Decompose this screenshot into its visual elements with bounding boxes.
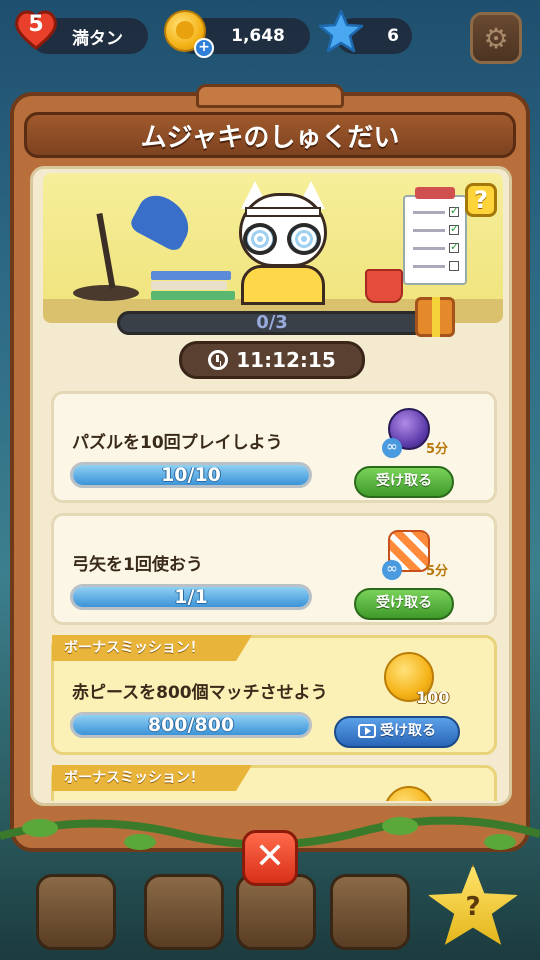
mission-panel: ? 0/3 11:12:15 パズルを10回プレイしよう 10/10 ∞ 5分 …	[30, 166, 512, 806]
lives-status: 満タン	[72, 28, 123, 49]
nav-badges-button[interactable]	[144, 874, 224, 950]
mission-progress-label: 10/10	[161, 464, 221, 486]
mission-title: パズルを10回プレイしよう	[72, 433, 283, 453]
top-hud: 満タン 1,648 6	[0, 14, 540, 58]
nav-star-help-button[interactable]: ?	[427, 864, 519, 945]
nav-shop-button[interactable]	[330, 874, 410, 950]
mission-progress-label: 1/1	[174, 586, 208, 608]
bonus-mission-tag: ボーナスミッション！	[52, 635, 252, 661]
homework-progress-bar: 0/3	[117, 311, 427, 335]
clock-icon	[208, 350, 229, 370]
countdown-timer: 11:12:15	[179, 341, 365, 379]
bonus-mission-tag: ボーナスミッション！	[52, 765, 252, 791]
mujaki-cat-character	[235, 181, 331, 305]
mission-progress-bar: 800/800	[70, 712, 312, 738]
mission-card: 弓矢を1回使おう 1/1 ∞ 5分 受け取る	[51, 513, 497, 625]
star-count: 6	[387, 26, 399, 46]
claim-button[interactable]: 受け取る	[354, 588, 454, 620]
claim-label: 受け取る	[380, 723, 436, 739]
bonus-mission-card: ボーナスミッション！	[51, 765, 497, 801]
gift-box-icon[interactable]	[415, 297, 455, 337]
mission-card: パズルを10回プレイしよう 10/10 ∞ 5分 受け取る	[51, 391, 497, 503]
timer-text: 11:12:15	[236, 348, 336, 372]
panel-title: ムジャキのしゅくだい	[24, 112, 516, 158]
settings-gear-icon[interactable]: ⚙	[470, 12, 522, 64]
frame-ornament	[196, 84, 344, 108]
help-button[interactable]: ?	[465, 183, 497, 217]
coin-reward-icon	[384, 786, 434, 801]
reward-amount: 100	[416, 688, 450, 707]
claim-button[interactable]: 受け取る	[354, 466, 454, 498]
star-icon	[318, 9, 364, 53]
video-play-icon	[358, 724, 376, 738]
cat-mug-icon	[365, 269, 403, 303]
mission-progress-bar: 1/1	[70, 584, 312, 610]
close-button[interactable]: ✕	[242, 830, 298, 886]
add-coins-icon[interactable]: +	[194, 38, 214, 58]
books-icon	[151, 271, 235, 301]
watch-ad-claim-button[interactable]: 受け取る	[334, 716, 460, 748]
reward-amount: 5分	[426, 442, 449, 457]
nav-missions-button[interactable]	[36, 874, 116, 950]
coin-count: 1,648	[231, 26, 285, 46]
infinity-icon: ∞	[382, 438, 402, 458]
infinity-icon: ∞	[382, 560, 402, 580]
mission-title: 弓矢を1回使おう	[72, 555, 203, 575]
lamp-icon	[73, 285, 139, 301]
lives-count: 5	[28, 12, 44, 37]
mission-progress-label: 800/800	[147, 714, 235, 736]
mission-progress-bar: 10/10	[70, 462, 312, 488]
mission-list[interactable]: パズルを10回プレイしよう 10/10 ∞ 5分 受け取る 弓矢を1回使おう 1…	[51, 391, 497, 801]
reward-amount: 5分	[426, 564, 449, 579]
checklist-icon	[403, 195, 467, 285]
mission-title: 赤ピースを800個マッチさせよう	[72, 683, 328, 703]
bonus-mission-card: ボーナスミッション！ 赤ピースを800個マッチさせよう 800/800 100 …	[51, 635, 497, 755]
